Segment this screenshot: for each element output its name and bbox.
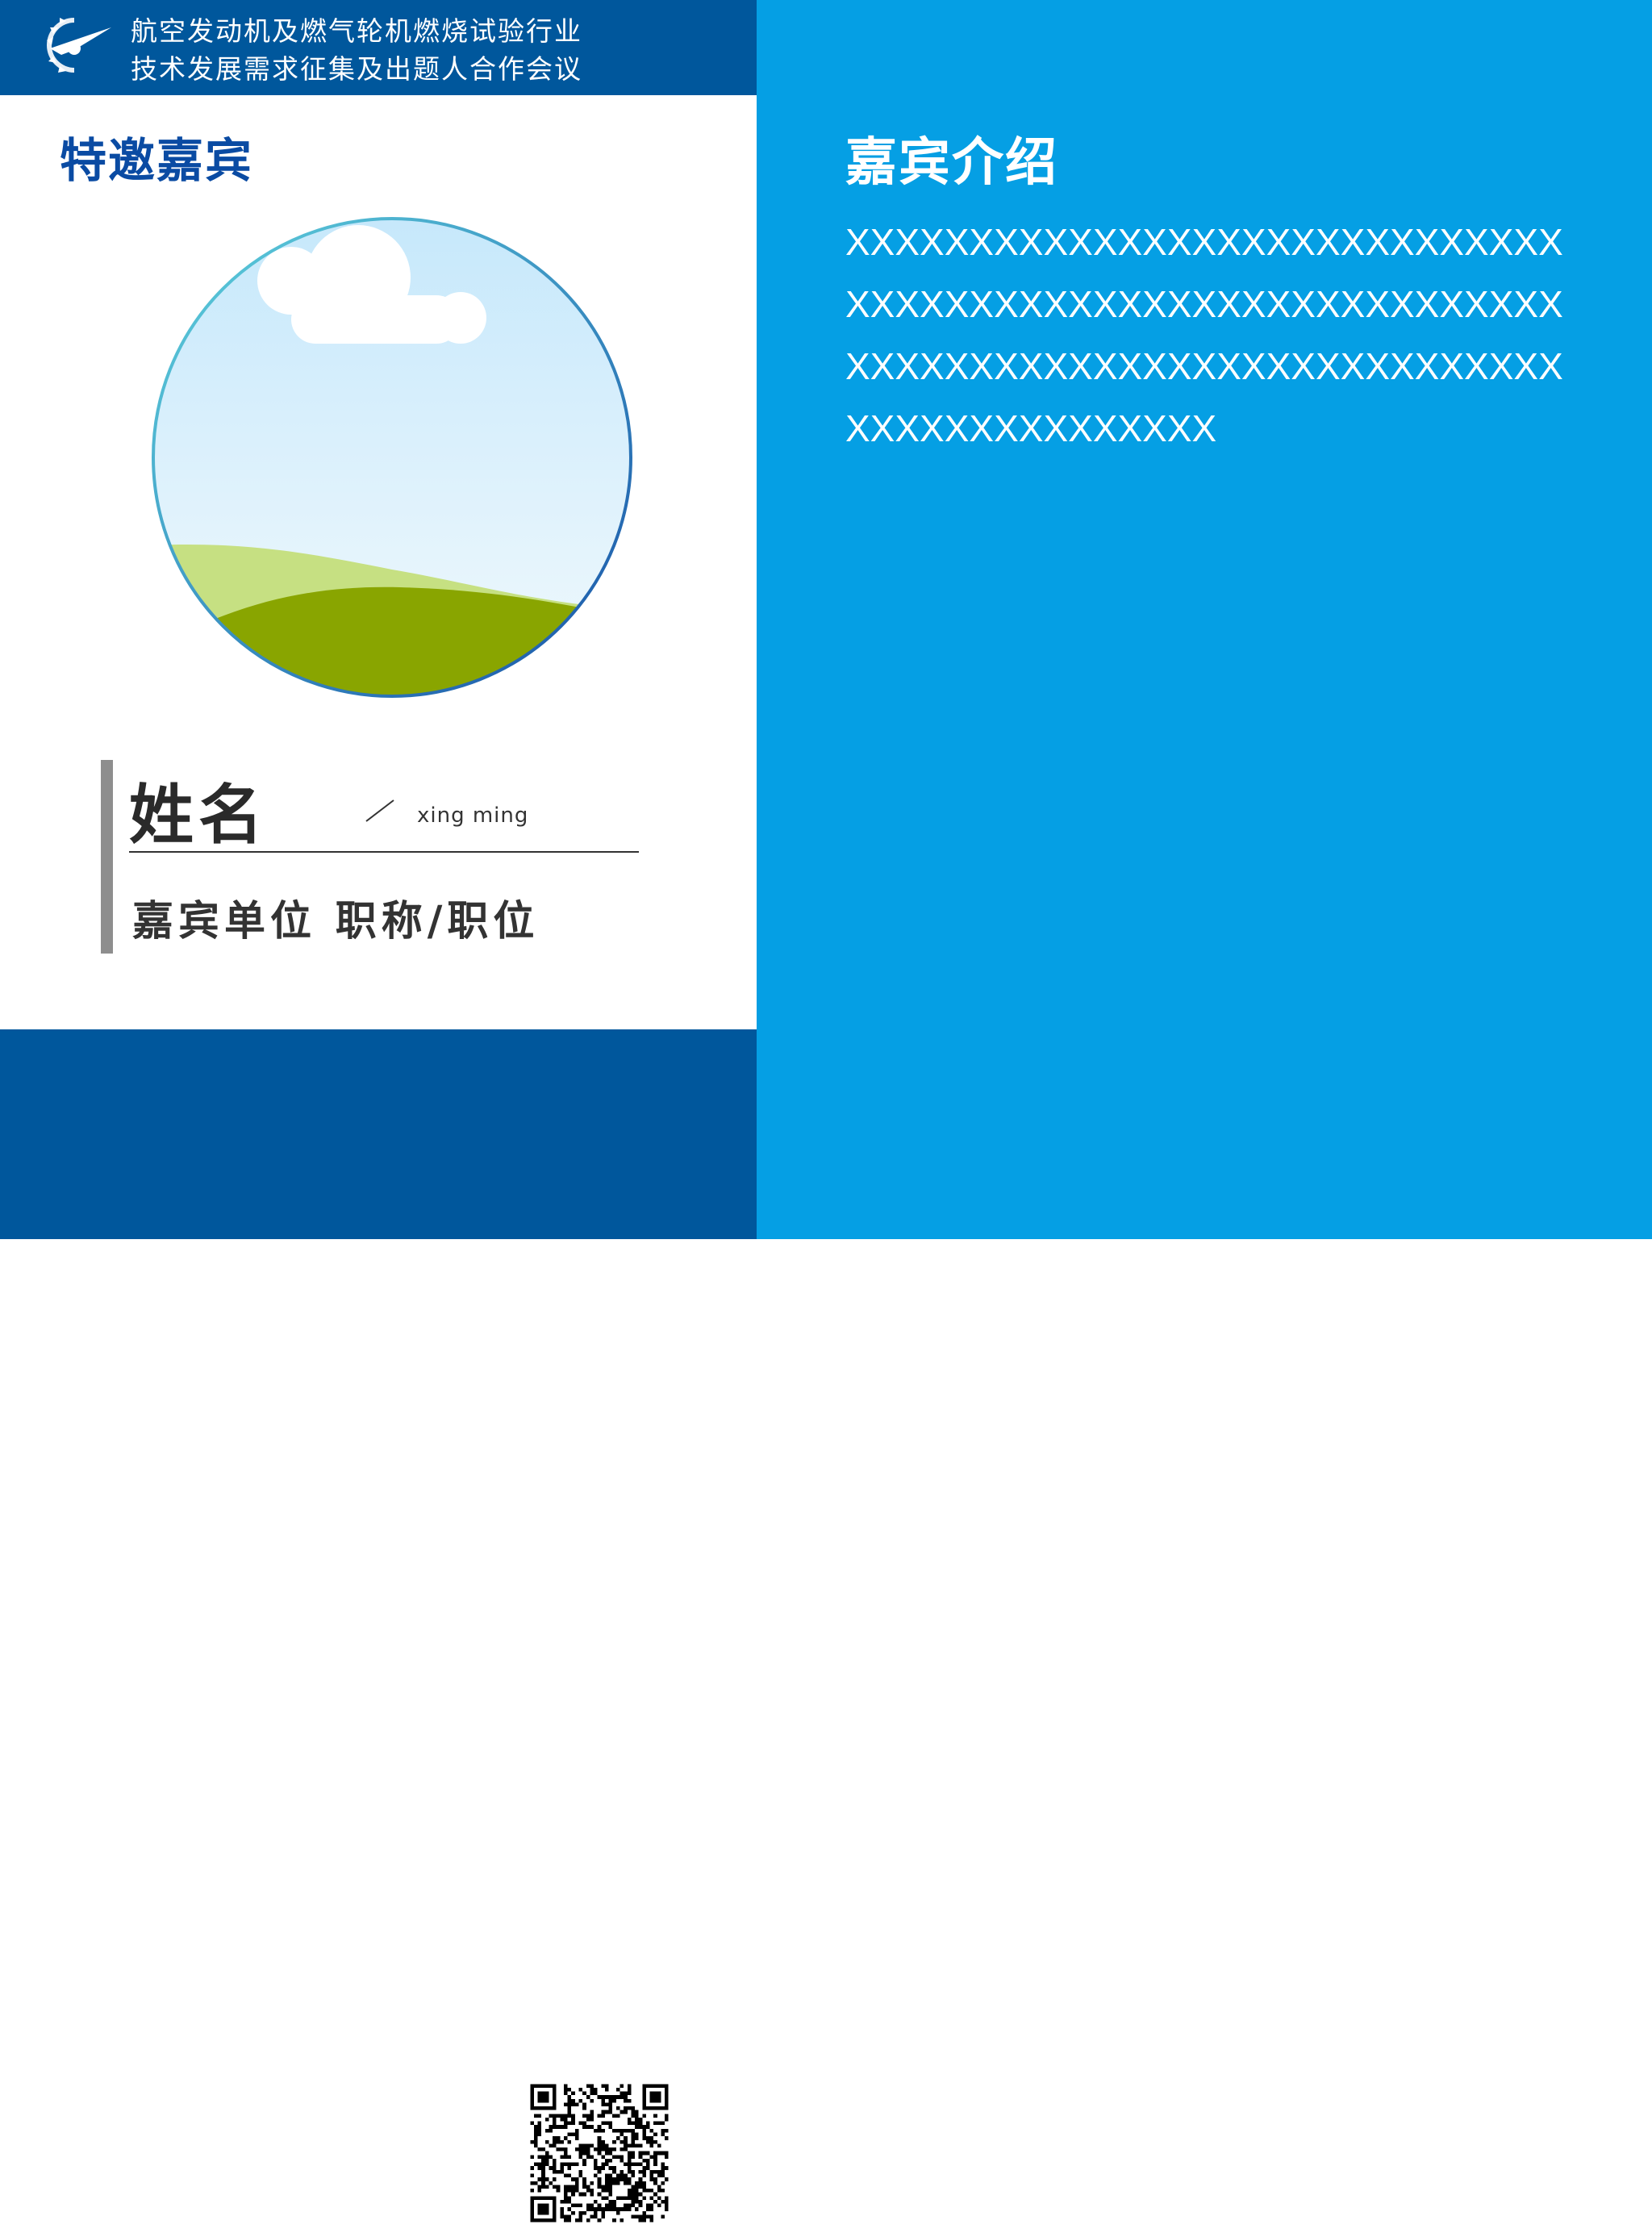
intro-body: XXXXXXXXXXXXXXXXXXXXXXXXXXXXXXXXXXXXXXXX… <box>845 221 1563 449</box>
turbine-logo-icon <box>46 17 111 73</box>
badge-panel: 航空发动机及燃气轮机燃烧试验行业 技术发展需求征集及出题人合作会议 特邀嘉宾 姓… <box>0 0 757 2231</box>
slash-divider-icon <box>365 799 394 822</box>
conference-title-line-1: 航空发动机及燃气轮机燃烧试验行业 <box>131 15 582 47</box>
guest-organization-title: 嘉宾单位 职称/职位 <box>132 898 540 945</box>
intro-title: 嘉宾介绍 <box>845 133 1058 193</box>
conference-title-line-2: 技术发展需求征集及出题人合作会议 <box>131 53 582 85</box>
intro-panel: 嘉宾介绍 XXXXXXXXXXXXXXXXXXXXXXXXXXXXXXXXXXX… <box>757 0 1652 1239</box>
website-label: 会议官网 <box>686 2076 718 2231</box>
name-divider <box>129 851 639 853</box>
guest-name-pinyin: xing ming <box>417 803 529 828</box>
section-title: 特邀嘉宾 <box>60 133 254 188</box>
name-accent-bar <box>101 760 113 954</box>
header-bar: 航空发动机及燃气轮机燃烧试验行业 技术发展需求征集及出题人合作会议 <box>0 0 757 95</box>
footer-bar: 会议官网 <box>0 1029 757 2231</box>
qr-code-icon[interactable] <box>523 2076 676 2230</box>
guest-name: 姓名 <box>129 778 268 853</box>
guest-photo-placeholder <box>152 217 632 698</box>
